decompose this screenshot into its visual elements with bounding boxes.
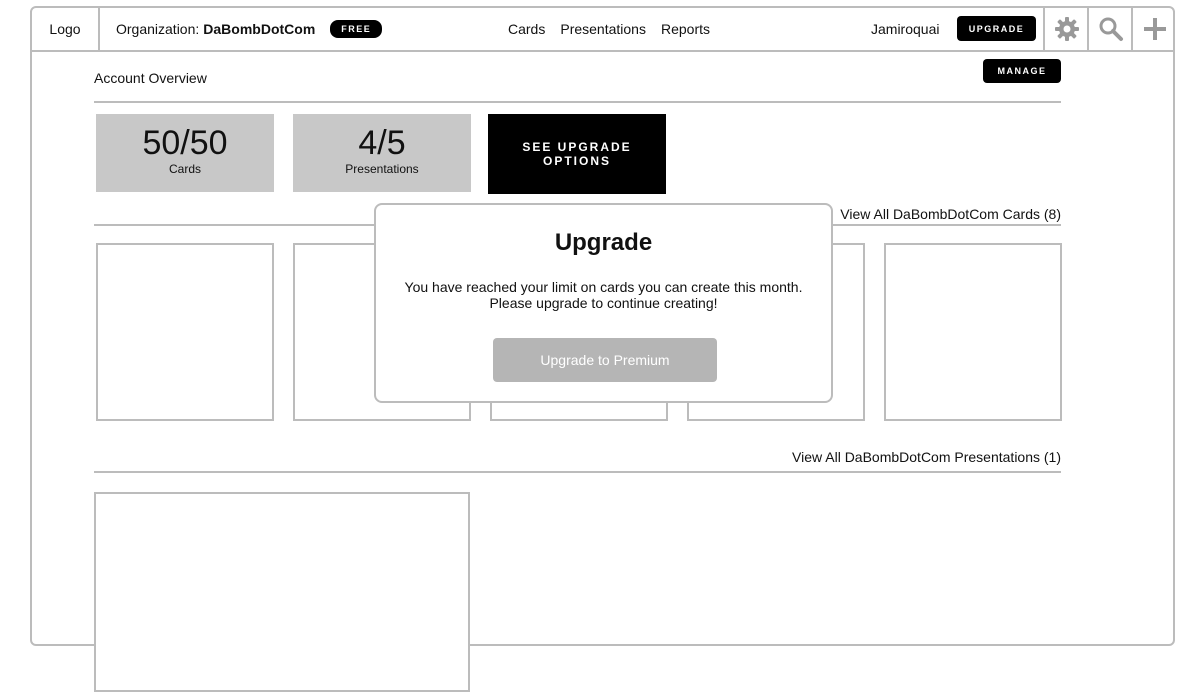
divider <box>94 101 1061 103</box>
username[interactable]: Jamiroquai <box>871 8 939 50</box>
settings-button[interactable] <box>1043 8 1089 50</box>
stat-cards: 50/50 Cards <box>96 114 274 192</box>
upgrade-to-premium-button[interactable]: Upgrade to Premium <box>493 338 717 382</box>
modal-message: You have reached your limit on cards you… <box>376 279 831 311</box>
stat-cards-value: 50/50 <box>142 124 228 162</box>
card-thumbnail[interactable] <box>884 243 1062 421</box>
modal-title: Upgrade <box>554 229 653 256</box>
see-upgrade-options-button[interactable]: SEE UPGRADE OPTIONS <box>488 114 666 194</box>
nav-reports[interactable]: Reports <box>661 21 710 37</box>
upgrade-button[interactable]: UPGRADE <box>957 16 1036 41</box>
modal-message-line2: Please upgrade to continue creating! <box>489 295 718 311</box>
see-upgrade-line2: OPTIONS <box>542 154 611 168</box>
search-button[interactable] <box>1087 8 1133 50</box>
plus-icon <box>1144 18 1166 40</box>
account-overview-title: Account Overview <box>94 70 207 86</box>
add-button[interactable] <box>1131 8 1177 50</box>
gear-icon <box>1055 17 1079 41</box>
org-name: DaBombDotCom <box>203 21 316 37</box>
stat-presentations-label: Presentations <box>345 162 419 176</box>
main-nav: Cards Presentations Reports <box>508 8 725 50</box>
upgrade-modal: Upgrade You have reached your limit on c… <box>374 203 833 403</box>
view-all-presentations-link[interactable]: View All DaBombDotCom Presentations (1) <box>792 449 1061 465</box>
nav-cards[interactable]: Cards <box>508 21 545 37</box>
divider <box>94 471 1061 473</box>
logo[interactable]: Logo <box>32 8 100 50</box>
stat-cards-label: Cards <box>168 162 201 176</box>
manage-button[interactable]: MANAGE <box>983 59 1061 83</box>
view-all-cards-link[interactable]: View All DaBombDotCom Cards (8) <box>840 206 1061 222</box>
stat-presentations-value: 4/5 <box>358 124 406 162</box>
org-label: Organization: <box>116 21 200 37</box>
modal-message-line1: You have reached your limit on cards you… <box>404 279 803 295</box>
nav-presentations[interactable]: Presentations <box>560 21 646 37</box>
top-bar: Logo Organization: DaBombDotCom FREE Car… <box>32 8 1173 52</box>
see-upgrade-line1: SEE UPGRADE <box>522 140 632 154</box>
card-thumbnail[interactable] <box>96 243 274 421</box>
search-icon <box>1099 17 1123 41</box>
stat-presentations: 4/5 Presentations <box>293 114 471 192</box>
plan-badge: FREE <box>330 20 383 38</box>
organization-info: Organization: DaBombDotCom FREE <box>116 8 383 50</box>
presentation-thumbnail[interactable] <box>94 492 470 692</box>
